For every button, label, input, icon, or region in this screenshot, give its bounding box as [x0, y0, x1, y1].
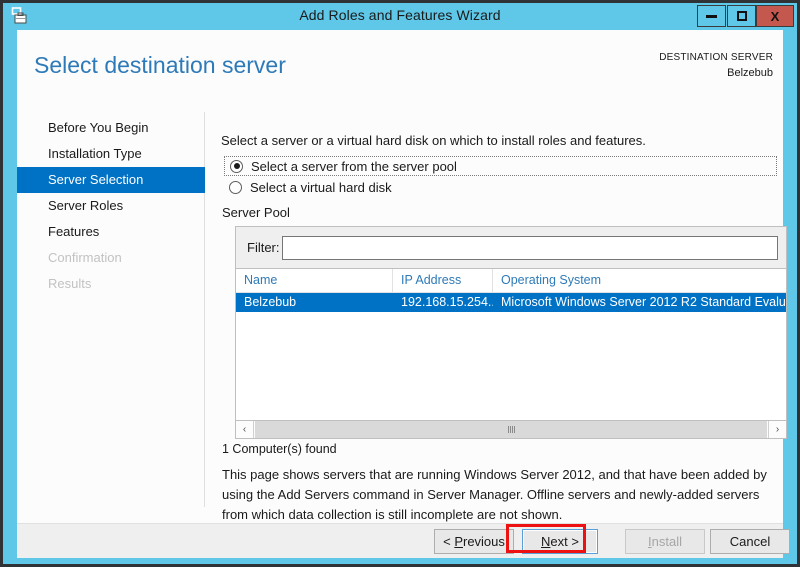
minimize-icon [706, 15, 717, 18]
close-button[interactable]: X [756, 5, 794, 27]
sidebar-item-server-selection[interactable]: Server Selection [17, 167, 205, 193]
window-title: Add Roles and Features Wizard [3, 7, 797, 23]
install-button-label: Install [648, 534, 682, 549]
sidebar-item-installation-type[interactable]: Installation Type [17, 141, 205, 167]
previous-button-label: < Previous [443, 534, 505, 549]
server-pool-title: Server Pool [222, 205, 290, 220]
maximize-button[interactable] [727, 5, 756, 27]
sidebar-item-before-you-begin[interactable]: Before You Begin [17, 115, 205, 141]
computers-found-text: 1 Computer(s) found [222, 442, 337, 456]
filter-bar: Filter: [235, 226, 787, 269]
install-button: Install [625, 529, 705, 554]
chevron-left-icon[interactable]: ‹ [236, 421, 254, 438]
sidebar-item-features[interactable]: Features [17, 219, 205, 245]
destination-server-value: Belzebub [659, 66, 773, 80]
cell-name: Belzebub [236, 293, 393, 312]
horizontal-scrollbar[interactable]: ‹ › [235, 421, 787, 439]
title-bar: Add Roles and Features Wizard X [3, 3, 797, 30]
server-pool-table: Name IP Address Operating System Belzebu… [235, 269, 787, 421]
next-button-label: Next > [541, 534, 579, 549]
grip-icon [508, 426, 515, 433]
cell-ip-address: 192.168.15.254... [393, 293, 493, 312]
filter-input[interactable] [282, 236, 778, 260]
column-header-name[interactable]: Name [236, 269, 393, 292]
radio-virtual-hard-disk-icon[interactable] [229, 181, 242, 194]
sidebar-item-confirmation: Confirmation [17, 245, 205, 271]
cancel-button[interactable]: Cancel [710, 529, 790, 554]
radio-server-pool-label: Select a server from the server pool [251, 159, 457, 174]
cancel-button-label: Cancel [730, 534, 770, 549]
table-row[interactable]: Belzebub 192.168.15.254... Microsoft Win… [236, 293, 786, 312]
destination-server-label: DESTINATION SERVER [659, 51, 773, 65]
destination-server-block: DESTINATION SERVER Belzebub [659, 51, 773, 80]
sidebar-item-server-roles[interactable]: Server Roles [17, 193, 205, 219]
wizard-window: Add Roles and Features Wizard X Select d… [3, 3, 797, 564]
radio-server-pool-row[interactable]: Select a server from the server pool [224, 156, 777, 176]
radio-server-pool-icon[interactable] [230, 160, 243, 173]
previous-button[interactable]: < Previous [434, 529, 514, 554]
page-title: Select destination server [34, 52, 286, 79]
intro-text: Select a server or a virtual hard disk o… [221, 133, 646, 148]
radio-virtual-hard-disk-label: Select a virtual hard disk [250, 180, 392, 195]
filter-label: Filter: [247, 240, 280, 255]
sidebar-item-results: Results [17, 271, 205, 297]
next-button[interactable]: Next > [522, 529, 598, 554]
wizard-content: Select destination server DESTINATION SE… [17, 30, 783, 523]
footer-bar: < Previous Next > Install Cancel [17, 523, 783, 558]
scrollbar-thumb[interactable] [254, 421, 768, 438]
wizard-sidebar: Before You Begin Installation Type Serve… [17, 115, 205, 297]
column-header-operating-system[interactable]: Operating System [493, 269, 786, 292]
description-text: This page shows servers that are running… [222, 465, 784, 525]
chevron-right-icon[interactable]: › [768, 421, 786, 438]
cell-operating-system: Microsoft Windows Server 2012 R2 Standar… [493, 293, 786, 312]
table-header-row: Name IP Address Operating System [236, 269, 786, 293]
minimize-button[interactable] [697, 5, 726, 27]
radio-virtual-hard-disk-row[interactable]: Select a virtual hard disk [224, 177, 777, 197]
maximize-icon [737, 11, 747, 21]
column-header-ip-address[interactable]: IP Address [393, 269, 493, 292]
